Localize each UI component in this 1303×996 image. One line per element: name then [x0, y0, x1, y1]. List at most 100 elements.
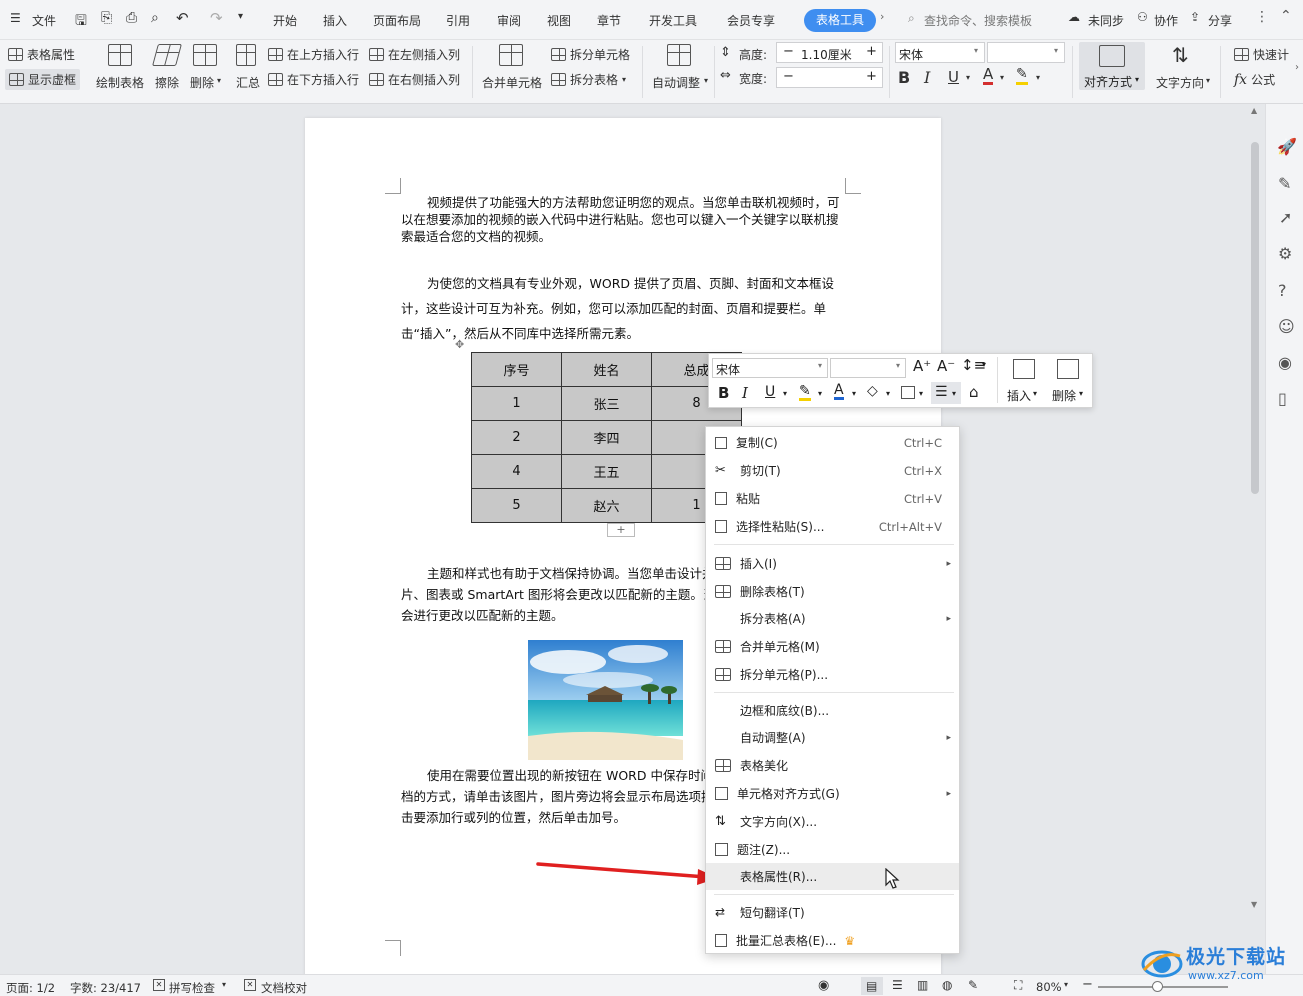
scrollbar-thumb[interactable] — [1251, 142, 1259, 494]
width-stepper[interactable]: − + — [776, 67, 883, 88]
chevron-down-icon[interactable]: ▾ — [982, 360, 986, 369]
collapse-ribbon-icon[interactable]: ⌃ — [1280, 8, 1292, 24]
minus-icon[interactable]: − — [783, 44, 794, 59]
table-cell[interactable]: 赵六 — [561, 488, 652, 523]
save-icon[interactable]: 🖫 — [75, 10, 87, 34]
menu-item-cut[interactable]: ✂ 剪切(T) Ctrl+X — [706, 457, 959, 484]
insert-table-icon[interactable] — [1013, 359, 1035, 379]
table-cell[interactable]: 4 — [471, 454, 562, 489]
chevron-down-icon[interactable]: ▾ — [1064, 980, 1068, 989]
chevron-down-icon[interactable]: ▾ — [1000, 73, 1004, 82]
export-icon[interactable]: ⎘ — [101, 10, 112, 26]
tab-insert[interactable]: 插入 — [323, 12, 347, 29]
tab-home[interactable]: 开始 — [273, 12, 297, 29]
table-cell[interactable]: 2 — [471, 420, 562, 455]
more-icon[interactable]: ⋮ — [1255, 9, 1269, 25]
vertical-scrollbar[interactable]: ▲ ▼ — [1248, 104, 1262, 974]
eye-icon[interactable]: ◉ — [818, 978, 829, 993]
menu-item-table-properties[interactable]: 表格属性(R)... — [706, 863, 959, 890]
menu-item-copy[interactable]: 复制(C) Ctrl+C — [706, 429, 959, 456]
settings-icon[interactable]: ⚙ — [1278, 244, 1292, 263]
tab-view[interactable]: 视图 — [547, 12, 571, 29]
print-icon[interactable]: ⎙ — [126, 10, 137, 26]
chevron-down-icon[interactable]: ▾ — [238, 11, 243, 22]
table-header-cell[interactable]: 序号 — [471, 352, 562, 387]
preview-icon[interactable]: ⌕ — [151, 10, 159, 26]
menu-item-delete-table[interactable]: 删除表格(T) — [706, 578, 959, 605]
chevron-down-icon[interactable]: ▾ — [852, 389, 856, 398]
grow-font-icon[interactable]: A⁺ — [913, 357, 931, 375]
menu-item-paste[interactable]: 粘贴 Ctrl+V — [706, 485, 959, 512]
help-icon[interactable]: ? — [1278, 281, 1287, 300]
web-view-icon[interactable]: ◍ — [942, 978, 952, 992]
insert-col-left-button[interactable]: 在左侧插入列 — [369, 46, 460, 63]
summary-button[interactable]: 汇总 — [236, 74, 260, 91]
chevron-down-icon[interactable]: ▾ — [783, 389, 787, 398]
tab-references[interactable]: 引用 — [446, 12, 470, 29]
menu-item-merge-cells[interactable]: 合并单元格(M) — [706, 633, 959, 660]
tab-developer[interactable]: 开发工具 — [649, 12, 697, 29]
chevron-down-icon[interactable]: ▾ — [1033, 389, 1037, 398]
quick-calc-button[interactable]: 快速计 — [1234, 46, 1289, 63]
write-view-icon[interactable]: ✎ — [968, 978, 978, 992]
draw-table-button[interactable]: 绘制表格 — [96, 74, 144, 91]
menu-item-insert[interactable]: 插入(I) ▸ — [706, 550, 959, 577]
cell-align-button[interactable]: ☰ ▾ — [931, 382, 961, 404]
chevron-down-icon[interactable]: ▾ — [818, 389, 822, 398]
pen-icon[interactable]: ✎ — [1278, 174, 1291, 193]
mini-delete-button[interactable]: 删除 — [1052, 387, 1076, 404]
border-icon[interactable] — [901, 386, 915, 399]
tab-member[interactable]: 会员专享 — [727, 12, 775, 29]
word-count[interactable]: 字数: 23/417 — [70, 980, 141, 996]
undo-icon[interactable]: ↶ — [176, 9, 189, 27]
robot-icon[interactable]: ☺ — [1278, 317, 1295, 336]
outline-view-icon[interactable]: ☰ — [892, 978, 903, 992]
rocket-icon[interactable]: 🚀 — [1277, 137, 1297, 156]
height-stepper[interactable]: − 1.10厘米 + — [776, 42, 883, 63]
mini-font-select[interactable]: 宋体 ▾ — [712, 358, 828, 378]
table-cell[interactable]: 5 — [471, 488, 562, 523]
delete-button[interactable]: 删除 — [190, 74, 214, 91]
chevron-right-icon[interactable]: › — [880, 10, 884, 23]
read-view-icon[interactable]: ▥ — [917, 978, 928, 992]
insert-col-right-button[interactable]: 在右侧插入列 — [369, 71, 460, 88]
chevron-down-icon[interactable]: ▾ — [704, 76, 708, 85]
command-search-input[interactable]: 查找命令、搜索模板 — [924, 12, 1032, 29]
add-row-icon[interactable]: + — [607, 523, 635, 537]
mini-insert-button[interactable]: 插入 — [1007, 387, 1031, 404]
highlight-icon[interactable]: ✎ — [1016, 67, 1028, 85]
share-button[interactable]: 分享 — [1208, 12, 1232, 29]
table-cell[interactable]: 王五 — [561, 454, 652, 489]
table-properties-button[interactable]: 表格属性 — [8, 46, 75, 63]
delete-table-icon[interactable] — [1057, 359, 1079, 379]
zoom-out-icon[interactable]: − — [1082, 977, 1093, 992]
font-name-select[interactable]: 宋体 ▾ — [895, 42, 985, 63]
plus-icon[interactable]: + — [866, 69, 877, 84]
file-menu[interactable]: 文件 — [32, 12, 56, 29]
italic-icon[interactable]: I — [924, 68, 930, 87]
plus-icon[interactable]: + — [866, 44, 877, 59]
move-table-icon[interactable]: ✥ — [455, 338, 464, 351]
menu-item-caption[interactable]: 题注(Z)... — [706, 836, 959, 863]
chevron-down-icon[interactable]: ▾ — [217, 76, 221, 85]
delete-table-icon[interactable] — [193, 44, 217, 66]
tab-table-tools[interactable]: 表格工具 — [804, 9, 876, 32]
insert-row-below-button[interactable]: 在下方插入行 — [268, 71, 359, 88]
chevron-down-icon[interactable]: ▾ — [222, 980, 226, 989]
location-icon[interactable]: ◉ — [1278, 353, 1292, 372]
draw-table-icon[interactable] — [108, 44, 132, 66]
summary-icon[interactable] — [236, 44, 256, 66]
minus-icon[interactable]: − — [783, 69, 794, 84]
font-color-icon[interactable]: A — [983, 67, 994, 85]
menu-item-split-cells[interactable]: 拆分单元格(P)... — [706, 661, 959, 688]
menu-item-text-direction[interactable]: ⇅ 文字方向(X)... — [706, 808, 959, 835]
table-cell[interactable]: 1 — [471, 386, 562, 421]
split-cells-button[interactable]: 拆分单元格 — [551, 46, 630, 63]
menu-item-translate[interactable]: ⇄ 短句翻译(T) — [706, 899, 959, 926]
bold-icon[interactable]: B — [718, 384, 729, 402]
align-button[interactable]: 对齐方式 ▾ — [1079, 42, 1145, 90]
table-header-cell[interactable]: 姓名 — [561, 352, 652, 387]
proofread-button[interactable]: 文档校对 — [261, 980, 307, 996]
format-painter-icon[interactable]: ⌂ — [969, 383, 979, 401]
chevron-down-icon[interactable]: ▾ — [966, 73, 970, 82]
